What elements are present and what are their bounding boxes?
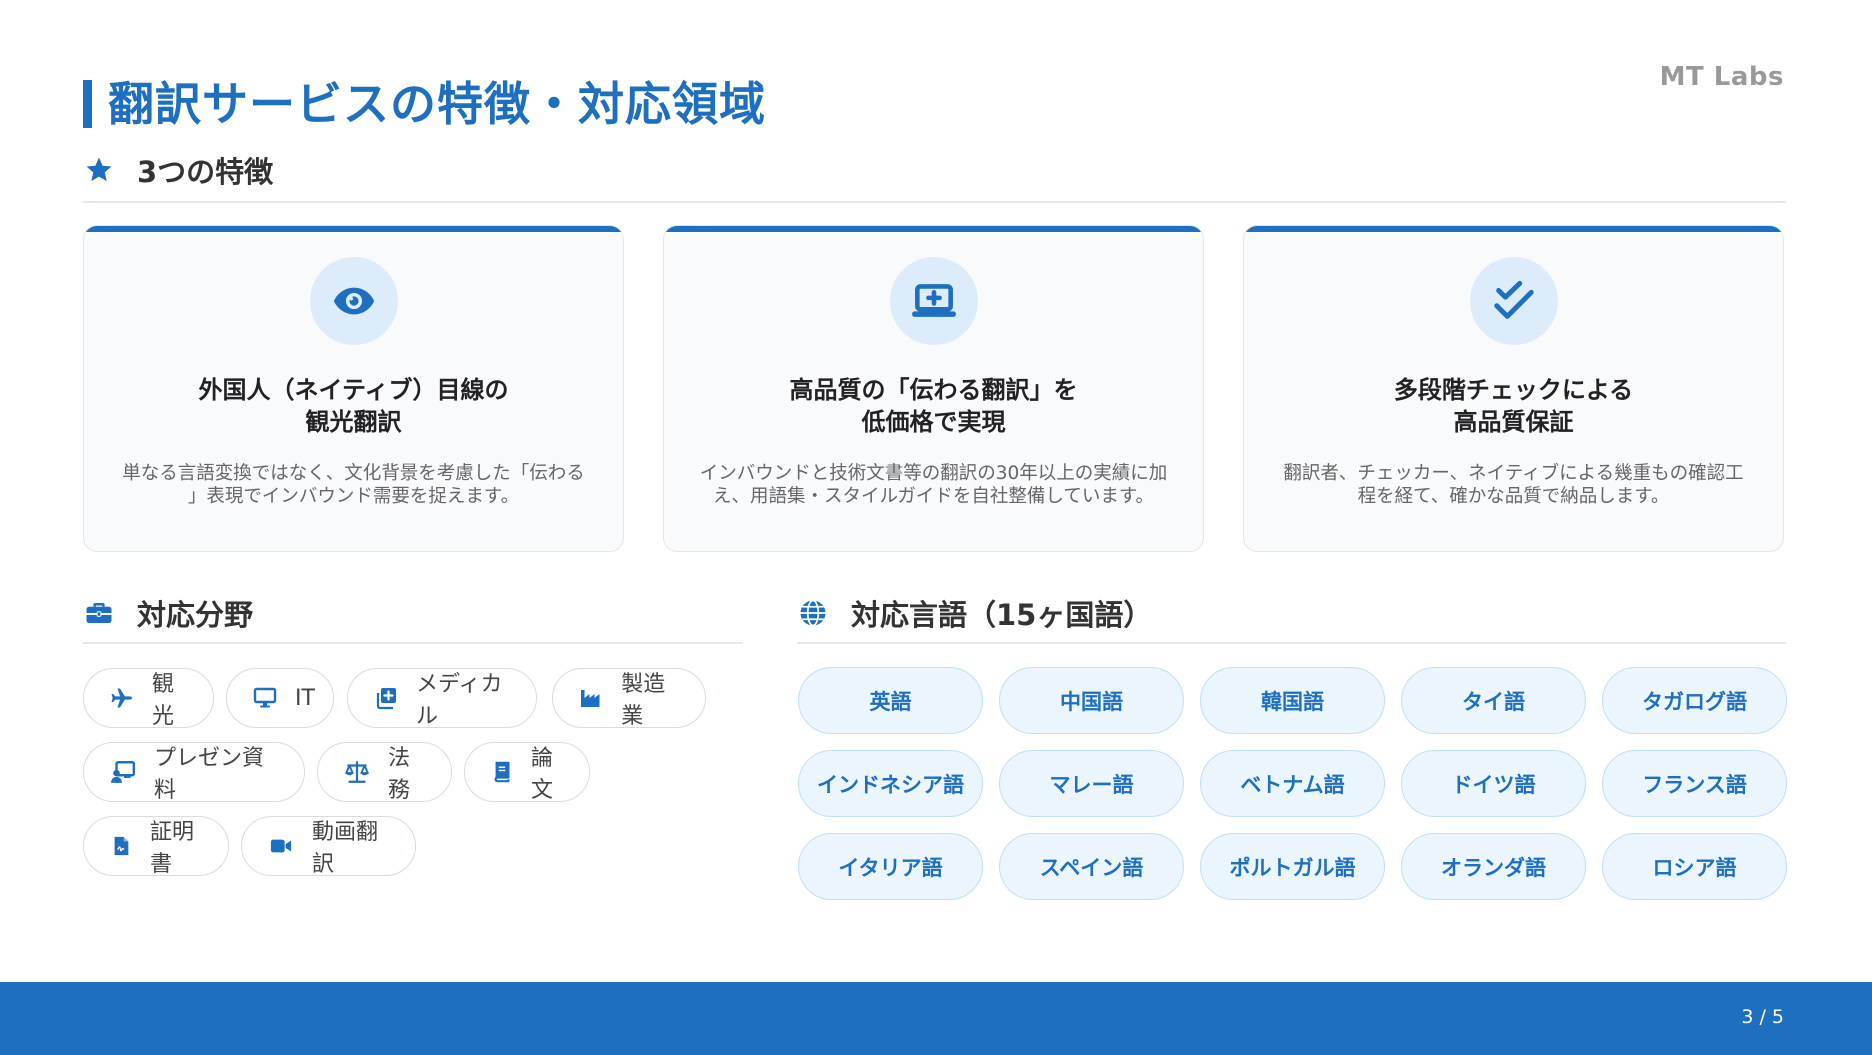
feature-card-multi-check: 多段階チェックによる 高品質保証 翻訳者、チェッカー、ネイティブによる幾重もの確…	[1243, 225, 1784, 552]
page-title-block: 翻訳サービスの特徴・対応領域	[83, 76, 766, 132]
page-title: 翻訳サービスの特徴・対応領域	[108, 77, 766, 131]
eye-icon	[309, 257, 398, 345]
field-tag-legal: 法務	[317, 742, 452, 803]
industry-icon	[579, 685, 603, 711]
language-indonesian: インドネシア語	[798, 750, 983, 817]
double-check-icon	[1469, 257, 1558, 345]
plane-icon	[110, 685, 134, 711]
title-accent-bar	[83, 80, 92, 128]
presentation-icon	[110, 759, 136, 785]
card-accent-line	[84, 226, 623, 232]
language-italian: イタリア語	[798, 833, 983, 900]
field-tag-certificate: 証明書	[83, 816, 229, 877]
language-chinese: 中国語	[999, 667, 1184, 734]
language-malay: マレー語	[999, 750, 1184, 817]
feature-title: 多段階チェックによる 高品質保証	[1393, 376, 1634, 436]
language-russian: ロシア語	[1602, 833, 1787, 900]
page-indicator: 3 / 5	[1741, 1006, 1784, 1028]
features-section-label: 3つの特徴	[137, 155, 274, 189]
field-tag-presentation: プレゼン資料	[83, 742, 305, 803]
footer-bar: 3 / 5	[0, 982, 1872, 1055]
fields-section-label: 対応分野	[137, 598, 254, 632]
section-divider	[797, 642, 1786, 644]
book-icon	[491, 759, 513, 785]
language-vietnamese: ベトナム語	[1200, 750, 1385, 817]
field-tag-manufacturing: 製造業	[552, 668, 706, 729]
field-tag-medical: メディカル	[347, 668, 537, 729]
certificate-icon	[110, 833, 132, 859]
languages-section-heading: 対応言語（15ヶ国語）	[797, 592, 1152, 634]
language-spanish: スペイン語	[999, 833, 1184, 900]
language-thai: タイ語	[1401, 667, 1586, 734]
feature-title: 外国人（ネイティブ）目線の 観光翻訳	[198, 376, 509, 436]
feature-title: 高品質の「伝わる翻訳」を 低価格で実現	[789, 376, 1078, 436]
features-section-heading: 3つの特徴	[83, 149, 273, 191]
language-german: ドイツ語	[1401, 750, 1586, 817]
fields-section-heading: 対応分野	[83, 592, 253, 634]
medical-icon	[374, 685, 398, 711]
scale-icon	[344, 759, 370, 785]
language-korean: 韓国語	[1200, 667, 1385, 734]
feature-description: 翻訳者、チェッカー、ネイティブによる幾重もの確認工 程を経て、確かな品質で納品し…	[1283, 463, 1744, 507]
feature-description: 単なる言語変換ではなく、文化背景を考慮した「伝わる 」表現でインバウンド需要を捉…	[122, 463, 585, 507]
card-accent-line	[1244, 226, 1783, 232]
feature-card-native: 外国人（ネイティブ）目線の 観光翻訳 単なる言語変換ではなく、文化背景を考慮した…	[83, 225, 624, 552]
field-tag-video: 動画翻訳	[241, 816, 416, 877]
language-dutch: オランダ語	[1401, 833, 1586, 900]
language-english: 英語	[798, 667, 983, 734]
field-tag-papers: 論文	[464, 742, 590, 803]
globe-icon	[797, 597, 829, 629]
languages-section-label: 対応言語（15ヶ国語）	[851, 598, 1153, 632]
laptop-medical-icon	[889, 257, 978, 345]
field-tag-tourism: 観光	[83, 668, 214, 729]
language-portuguese: ポルトガル語	[1200, 833, 1385, 900]
feature-description: インバウンドと技術文書等の翻訳の30年以上の実績に加 え、用語集・スタイルガイド…	[699, 463, 1168, 507]
section-divider	[83, 201, 1786, 203]
language-tagalog: タガログ語	[1602, 667, 1787, 734]
star-icon	[83, 154, 115, 186]
briefcase-icon	[83, 597, 115, 629]
brand-label: MT Labs	[1659, 62, 1784, 92]
desktop-icon	[253, 685, 277, 711]
video-icon	[268, 833, 294, 859]
language-french: フランス語	[1602, 750, 1787, 817]
section-divider	[83, 642, 743, 644]
field-tag-it: IT	[226, 668, 334, 728]
feature-card-quality-price: 高品質の「伝わる翻訳」を 低価格で実現 インバウンドと技術文書等の翻訳の30年以…	[663, 225, 1204, 552]
card-accent-line	[664, 226, 1203, 232]
